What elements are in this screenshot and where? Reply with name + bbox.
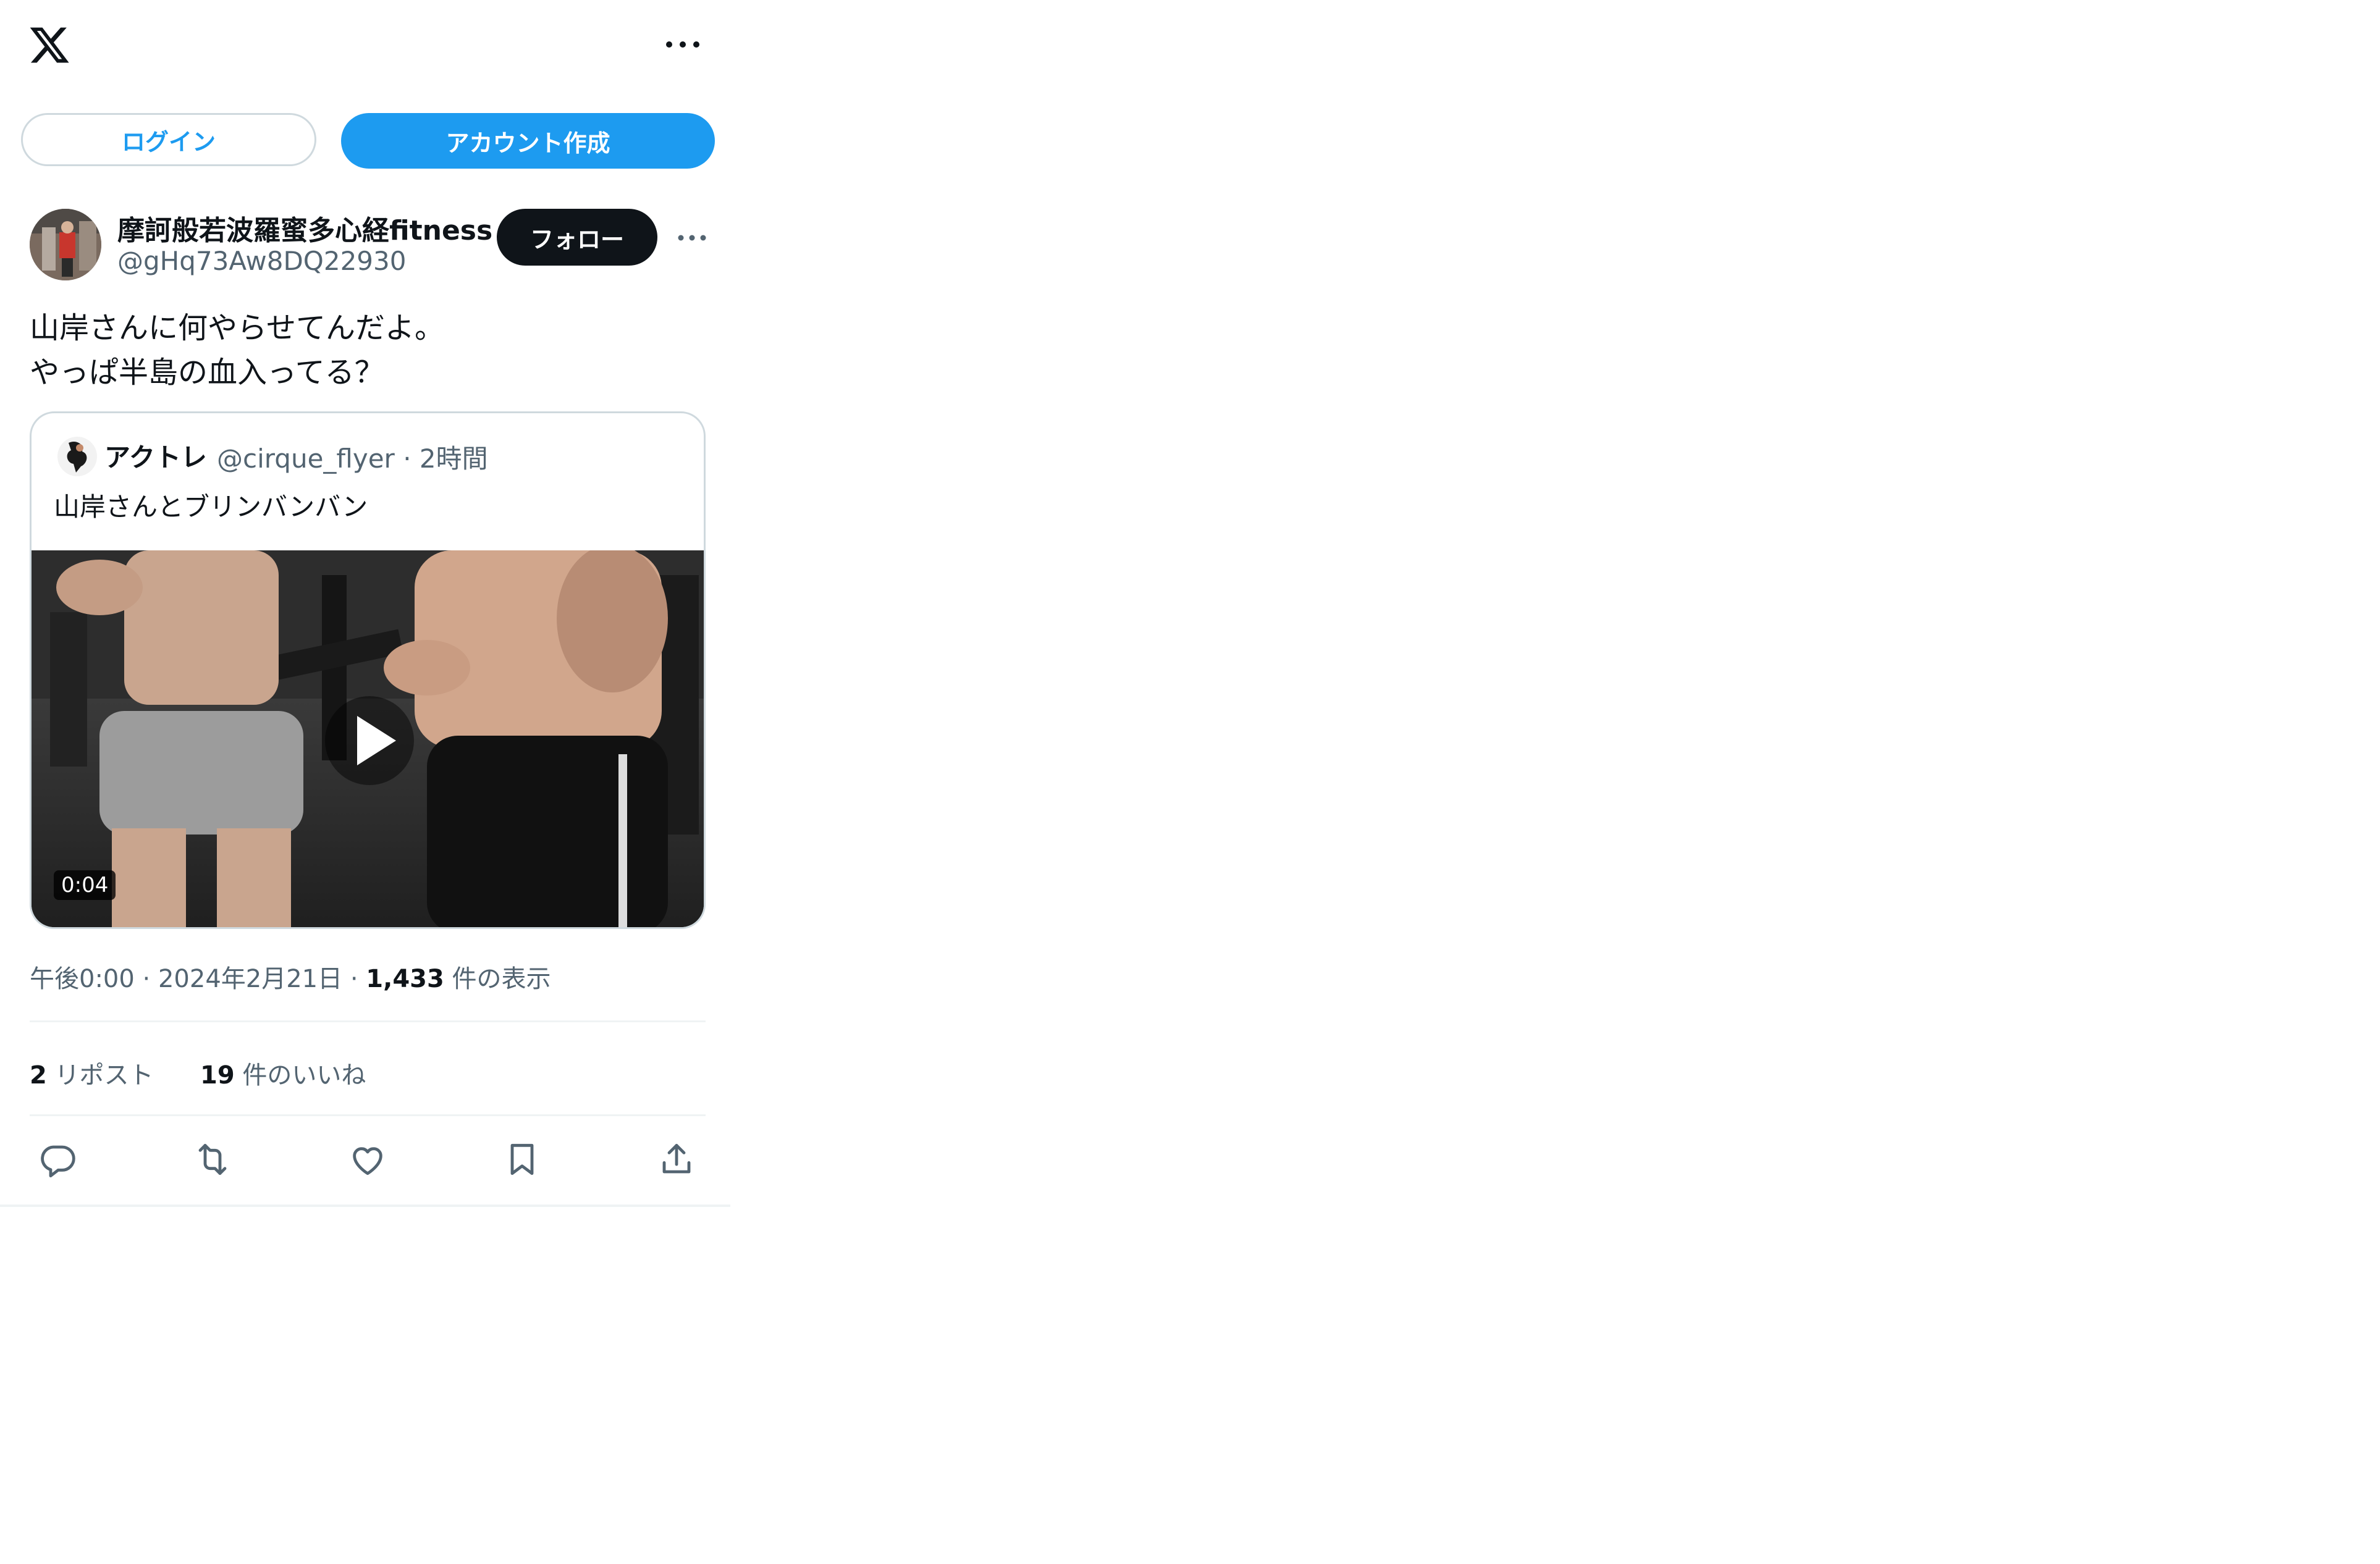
- views-count: 1,433: [366, 965, 444, 993]
- quoted-author-meta: @cirque_flyer · 2時間: [217, 438, 488, 476]
- quoted-tweet[interactable]: アクトレ @cirque_flyer · 2時間 山岸さんとブリンバンバン 0:…: [30, 411, 706, 929]
- quoted-author-handle: @cirque_flyer: [217, 444, 395, 474]
- avatar[interactable]: [30, 209, 101, 280]
- reposts-stat[interactable]: 2 リポスト: [30, 1061, 161, 1090]
- create-account-button[interactable]: アカウント作成: [341, 113, 715, 169]
- quoted-time: 2時間: [419, 444, 488, 474]
- tweet-text: 山岸さんに何やらせてんだよ。 やっぱ半島の血入ってる？: [30, 311, 445, 390]
- follow-button[interactable]: フォロー: [497, 209, 657, 266]
- video-duration: 0:04: [54, 870, 116, 900]
- like-icon[interactable]: [348, 1140, 387, 1179]
- bookmark-icon[interactable]: [502, 1140, 542, 1179]
- page: ログイン アカウント作成 摩訶般若波羅蜜多心経fitness @gHq73Aw8…: [0, 0, 2380, 1564]
- repost-icon[interactable]: [193, 1140, 232, 1179]
- meta-separator: ·: [350, 965, 366, 993]
- more-options-icon[interactable]: [673, 225, 711, 250]
- meta-separator: ·: [142, 965, 158, 993]
- divider: [30, 1114, 706, 1116]
- share-icon[interactable]: [657, 1140, 696, 1179]
- video-frame: [32, 550, 704, 927]
- author-name[interactable]: 摩訶般若波羅蜜多心経fitness: [117, 208, 492, 248]
- likes-label: 件のいいね: [242, 1061, 366, 1090]
- likes-stat[interactable]: 19 件のいいね: [200, 1061, 366, 1090]
- quoted-avatar: [57, 437, 97, 476]
- views-label: 件の表示: [452, 965, 551, 993]
- divider: [30, 1020, 706, 1022]
- x-logo-icon[interactable]: [28, 23, 71, 67]
- author-handle[interactable]: @gHq73Aw8DQ22930: [117, 246, 406, 276]
- reposts-label: リポスト: [54, 1061, 154, 1090]
- reposts-count: 2: [30, 1061, 47, 1090]
- more-horizontal-icon[interactable]: [660, 32, 706, 57]
- likes-count: 19: [200, 1061, 235, 1090]
- tweet-stats: 2 リポスト 19 件のいいね: [30, 1055, 366, 1091]
- quoted-author-name: アクトレ: [104, 442, 207, 473]
- tweet-time[interactable]: 午後0:00: [30, 965, 135, 993]
- tweet-panel: ログイン アカウント作成 摩訶般若波羅蜜多心経fitness @gHq73Aw8…: [0, 0, 730, 1207]
- login-button[interactable]: ログイン: [21, 113, 316, 166]
- meta-separator: ·: [403, 444, 420, 474]
- video-thumbnail[interactable]: 0:04: [32, 550, 704, 927]
- reply-icon[interactable]: [38, 1140, 78, 1179]
- quoted-text: 山岸さんとブリンバンバン: [54, 492, 368, 522]
- tweet-date[interactable]: 2024年2月21日: [158, 965, 342, 993]
- tweet-meta: 午後0:00 · 2024年2月21日 · 1,433 件の表示: [30, 959, 551, 994]
